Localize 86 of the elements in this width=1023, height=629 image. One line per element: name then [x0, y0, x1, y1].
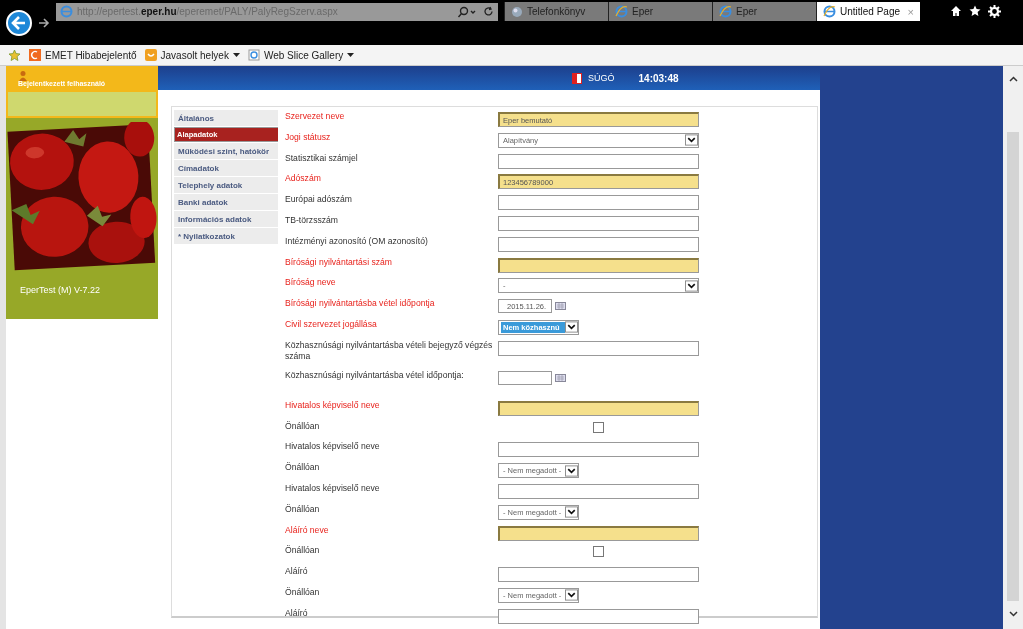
field-label: Önállóan: [285, 419, 321, 432]
field-label: Önállóan: [285, 461, 321, 474]
field-label: Adószám: [285, 172, 322, 185]
text-field[interactable]: [498, 236, 699, 252]
ie-icon: [615, 5, 628, 18]
scrollbar[interactable]: [1003, 66, 1023, 629]
field-label: Statisztikai számjel: [285, 151, 359, 164]
ie-icon: [60, 5, 73, 18]
nav-item[interactable]: Banki adatok: [174, 194, 278, 210]
caret-icon: [232, 52, 240, 58]
text-field[interactable]: [498, 257, 699, 273]
scroll-up-icon[interactable]: [1008, 76, 1018, 82]
book-icon: [572, 72, 582, 84]
field-label: Önállóan: [285, 585, 321, 598]
settings-icon[interactable]: [988, 5, 1001, 18]
field-label: Aláíró neve: [285, 523, 330, 536]
field-label: Hivatalos képviselő neve: [285, 398, 381, 411]
favorite-link[interactable]: Web Slice Gallery: [247, 49, 355, 61]
field-label: Bírósági nyilvántartásba vétel időpontja: [285, 297, 436, 310]
field-label: Civil szervezet jogállása: [285, 317, 378, 330]
nav-item[interactable]: Telephely adatok: [174, 177, 278, 193]
nav-item[interactable]: Címadatok: [174, 160, 278, 176]
field-label: Önállóan: [285, 544, 321, 557]
star-icon[interactable]: [969, 5, 981, 17]
checkbox[interactable]: [593, 546, 604, 558]
user-icon: [18, 70, 28, 82]
version-label: EperTest (M) V-7.22: [20, 285, 101, 295]
field-label: Önállóan: [285, 502, 321, 515]
calendar-icon[interactable]: [555, 373, 566, 382]
field-label: Intézményi azonosító (OM azonosító): [285, 234, 429, 247]
site-logo-icon: [29, 49, 41, 61]
date-field[interactable]: [498, 370, 552, 385]
nav-item[interactable]: Információs adatok: [174, 211, 278, 227]
clock-time: 14:03:48: [638, 72, 679, 84]
text-field[interactable]: [498, 567, 699, 583]
chevron-down-icon: [565, 464, 578, 477]
text-field[interactable]: [498, 153, 699, 169]
help-link[interactable]: SÚGÓ: [588, 73, 615, 83]
field-label: Hivatalos képviselő neve: [285, 481, 381, 494]
browser-tab[interactable]: Untitled Page ×: [816, 2, 920, 21]
field-label: Közhasznúsági nyilvántartásba vétel időpontja:: [285, 368, 465, 381]
field-label: Európai adószám: [285, 193, 353, 206]
field-label: Bíróság neve: [285, 276, 337, 289]
browser-tab[interactable]: Eper: [608, 2, 712, 21]
field-label: Jogi státusz: [285, 130, 332, 143]
globe-icon: [511, 5, 523, 18]
refresh-icon[interactable]: [483, 6, 494, 17]
text-field[interactable]: [498, 525, 699, 541]
nav-item[interactable]: * Nyilatkozatok: [174, 228, 278, 244]
nav-item[interactable]: Általános: [174, 110, 278, 126]
chevron-down-icon: [565, 321, 578, 334]
favorites-star-icon[interactable]: [8, 48, 21, 62]
text-field[interactable]: [498, 442, 699, 458]
chevron-down-icon: [565, 506, 578, 519]
chevron-down-icon: [685, 134, 698, 147]
field-label: Aláíró: [285, 565, 309, 578]
text-field[interactable]: [498, 195, 699, 211]
page-icon: [247, 49, 260, 61]
nav-item[interactable]: Működési szint, hatókör: [174, 143, 278, 159]
chevron-down-icon: [685, 279, 698, 292]
suggested-sites-icon: [144, 49, 157, 61]
caret-icon: [347, 52, 355, 58]
text-field[interactable]: [498, 216, 699, 231]
text-field[interactable]: [498, 400, 699, 416]
field-label: Közhasznúsági nyilvántartásba vételi bejegyző végzés száma: [285, 338, 494, 362]
forward-icon[interactable]: [38, 16, 50, 29]
browser-tab[interactable]: Eper: [712, 2, 816, 21]
field-label: Aláíró: [285, 606, 309, 619]
scroll-down-icon[interactable]: [1008, 611, 1018, 617]
browser-tab[interactable]: Telefonkönyv: [504, 2, 608, 21]
checkbox[interactable]: [593, 421, 604, 433]
home-icon[interactable]: [950, 5, 962, 17]
field-label: Hivatalos képviselő neve: [285, 440, 381, 453]
text-field[interactable]: [498, 608, 699, 624]
favorite-link[interactable]: Javasolt helyek: [144, 49, 240, 61]
ie-icon: [719, 5, 732, 18]
chevron-down-icon: [565, 589, 578, 602]
text-field[interactable]: [498, 483, 699, 499]
field-label: TB-törzsszám: [285, 214, 339, 226]
text-field[interactable]: [498, 340, 699, 356]
back-button[interactable]: [6, 9, 32, 36]
field-label: Bírósági nyilvántartási szám: [285, 255, 393, 268]
ie-icon: [823, 5, 836, 18]
field-label: Szervezet neve: [285, 110, 346, 122]
favorite-link[interactable]: EMET Hibabejelentő: [29, 49, 137, 61]
calendar-icon[interactable]: [555, 302, 566, 311]
